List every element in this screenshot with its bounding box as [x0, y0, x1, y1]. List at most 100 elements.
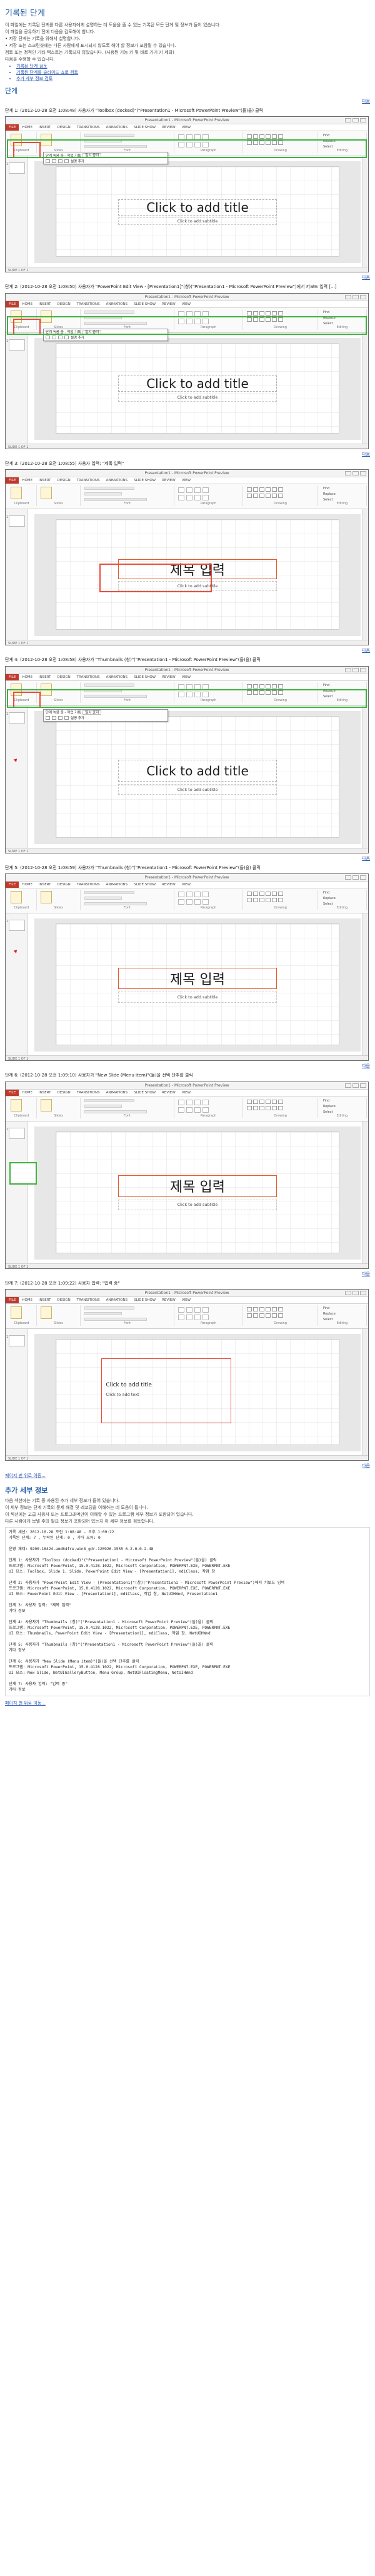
- minimize-icon[interactable]: [345, 294, 351, 299]
- recorder-tool-icon[interactable]: [64, 716, 69, 720]
- shape-icon[interactable]: [253, 1307, 258, 1312]
- maximize-icon[interactable]: [352, 1083, 359, 1088]
- tab-home[interactable]: HOME: [19, 882, 36, 888]
- paragraph-icon[interactable]: [178, 134, 184, 141]
- paragraph-icon[interactable]: [194, 134, 201, 141]
- tab-animations[interactable]: ANIMATIONS: [103, 882, 131, 888]
- font-control[interactable]: [84, 310, 134, 314]
- vertical-scrollbar[interactable]: [362, 913, 368, 1061]
- editing-replace[interactable]: Replace: [323, 316, 336, 320]
- tab-review[interactable]: REVIEW: [159, 477, 179, 484]
- shape-icon[interactable]: [259, 494, 264, 499]
- paragraph-icon[interactable]: [186, 1099, 192, 1105]
- close-icon[interactable]: [360, 471, 366, 476]
- shape-icon[interactable]: [253, 892, 258, 897]
- slide-thumbnail[interactable]: [9, 920, 25, 932]
- paragraph-icon[interactable]: [186, 318, 192, 324]
- tab-transitions[interactable]: TRANSITIONS: [74, 674, 103, 680]
- tab-transitions[interactable]: TRANSITIONS: [74, 1297, 103, 1303]
- editing-replace[interactable]: Replace: [323, 139, 336, 143]
- shape-icon[interactable]: [278, 134, 283, 139]
- tab-view[interactable]: VIEW: [179, 301, 194, 307]
- paragraph-icon[interactable]: [194, 1307, 201, 1313]
- recorder-tool-icon[interactable]: [52, 336, 56, 340]
- recorder-tool-icon[interactable]: [64, 159, 69, 163]
- title-placeholder[interactable]: Click to add title: [118, 375, 277, 392]
- title-placeholder[interactable]: Click to add title: [118, 199, 277, 216]
- maximize-icon[interactable]: [352, 294, 359, 299]
- subtitle-placeholder[interactable]: Click to add subtitle: [118, 992, 277, 1003]
- paragraph-icon[interactable]: [194, 318, 201, 324]
- menu-item[interactable]: [11, 1163, 36, 1168]
- shape-icon[interactable]: [259, 1313, 264, 1318]
- shape-icon[interactable]: [278, 487, 283, 492]
- paste-icon[interactable]: [11, 891, 22, 904]
- font-control[interactable]: [84, 1318, 147, 1321]
- paragraph-icon[interactable]: [194, 1106, 201, 1113]
- shape-icon[interactable]: [272, 1105, 277, 1110]
- tab-view[interactable]: VIEW: [179, 882, 194, 888]
- slideshow-link[interactable]: 기록된 단계를 슬라이드 쇼로 검토: [16, 70, 78, 75]
- shape-icon[interactable]: [259, 690, 264, 695]
- paragraph-icon[interactable]: [202, 892, 209, 898]
- shape-icon[interactable]: [272, 311, 277, 316]
- tab-home[interactable]: HOME: [19, 674, 36, 680]
- paragraph-icon[interactable]: [186, 311, 192, 317]
- paragraph-icon[interactable]: [178, 691, 184, 697]
- paragraph-icon[interactable]: [202, 142, 209, 148]
- paragraph-icon[interactable]: [186, 495, 192, 501]
- recorder-tool-icon[interactable]: [58, 716, 62, 720]
- shape-icon[interactable]: [272, 494, 277, 499]
- shape-icon[interactable]: [278, 898, 283, 903]
- editing-select[interactable]: Select: [323, 145, 332, 149]
- recorder-popup[interactable]: 단계 녹음 중 - 작업 기록 일시 중지 설명 추가: [43, 709, 168, 722]
- shape-icon[interactable]: [278, 311, 283, 316]
- shape-icon[interactable]: [278, 1307, 283, 1312]
- tab-view[interactable]: VIEW: [179, 674, 194, 680]
- editing-select[interactable]: Select: [323, 1318, 332, 1321]
- paragraph-icon[interactable]: [194, 487, 201, 494]
- editing-find[interactable]: Find: [323, 134, 329, 137]
- tab-review[interactable]: REVIEW: [159, 1090, 179, 1096]
- shape-icon[interactable]: [247, 141, 252, 146]
- shape-icon[interactable]: [272, 892, 277, 897]
- subtitle-placeholder[interactable]: Click to add subtitle: [118, 1199, 277, 1211]
- thumbnails-pane[interactable]: 1: [6, 1121, 28, 1268]
- shape-icon[interactable]: [278, 1105, 283, 1110]
- shape-icon[interactable]: [259, 317, 264, 322]
- shape-icon[interactable]: [259, 1105, 264, 1110]
- shape-icon[interactable]: [278, 892, 283, 897]
- editing-select[interactable]: Select: [323, 695, 332, 699]
- tab-animations[interactable]: ANIMATIONS: [103, 674, 131, 680]
- paragraph-icon[interactable]: [194, 691, 201, 697]
- next-link[interactable]: 다음: [5, 855, 370, 862]
- shape-icon[interactable]: [247, 311, 252, 316]
- tab-design[interactable]: DESIGN: [54, 301, 74, 307]
- shape-icon[interactable]: [266, 1313, 271, 1318]
- tab-design[interactable]: DESIGN: [54, 674, 74, 680]
- recorder-comment-button[interactable]: 설명 추가: [71, 715, 84, 720]
- paragraph-icon[interactable]: [186, 1315, 192, 1321]
- slide-thumbnail[interactable]: [9, 1335, 25, 1347]
- font-control[interactable]: [84, 1312, 122, 1316]
- thumbnails-pane[interactable]: 1: [6, 509, 28, 645]
- paragraph-icon[interactable]: [178, 142, 184, 148]
- shape-icon[interactable]: [272, 317, 277, 322]
- tab-home[interactable]: HOME: [19, 1297, 36, 1303]
- tab-animations[interactable]: ANIMATIONS: [103, 1297, 131, 1303]
- shape-icon[interactable]: [266, 487, 271, 492]
- tab-animations[interactable]: ANIMATIONS: [103, 301, 131, 307]
- title-placeholder[interactable]: 제목 입력: [118, 967, 277, 990]
- tab-transitions[interactable]: TRANSITIONS: [74, 124, 103, 131]
- paragraph-icon[interactable]: [202, 318, 209, 324]
- paragraph-icon[interactable]: [194, 1099, 201, 1105]
- new-slide-icon[interactable]: [41, 487, 52, 500]
- shape-icon[interactable]: [259, 1307, 264, 1312]
- shape-icon[interactable]: [247, 690, 252, 695]
- recorder-tool-icon[interactable]: [52, 159, 56, 163]
- recorder-pause-button[interactable]: 일시 중지: [82, 710, 102, 715]
- shape-icon[interactable]: [253, 1099, 258, 1104]
- shape-icon[interactable]: [266, 892, 271, 897]
- paragraph-icon[interactable]: [178, 318, 184, 324]
- next-link[interactable]: 다음: [5, 451, 370, 457]
